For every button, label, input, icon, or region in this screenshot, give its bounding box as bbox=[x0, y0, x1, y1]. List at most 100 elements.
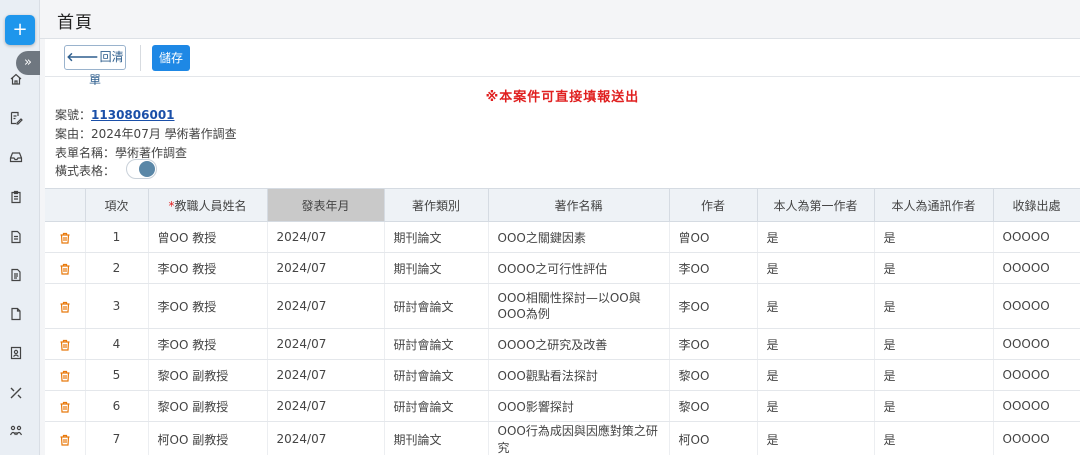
cell-work-type[interactable]: 期刊論文 bbox=[384, 221, 489, 253]
col-header-author[interactable]: 作者 bbox=[669, 188, 758, 222]
cell-work-type[interactable]: 研討會論文 bbox=[384, 359, 489, 391]
cell-corresponding-author[interactable]: 是 bbox=[874, 390, 994, 422]
trash-icon[interactable] bbox=[59, 370, 71, 382]
cell-work-title[interactable]: OOO之關鍵因素 bbox=[488, 221, 670, 253]
cell-publish-date[interactable]: 2024/07 bbox=[267, 359, 385, 391]
cell-item-no: 1 bbox=[85, 221, 149, 253]
back-to-list-button[interactable]: 🡐回清單 bbox=[64, 45, 126, 87]
landscape-label: 橫式表格： bbox=[55, 164, 116, 178]
cell-corresponding-author[interactable]: 是 bbox=[874, 328, 994, 360]
cell-source[interactable]: OOOOO bbox=[993, 221, 1080, 253]
col-header-publish-date[interactable]: 發表年月 bbox=[267, 188, 385, 222]
cell-source[interactable]: OOOOO bbox=[993, 252, 1080, 284]
cell-work-type[interactable]: 研討會論文 bbox=[384, 328, 489, 360]
cell-work-title[interactable]: OOO相關性探討—以OO與OOO為例 bbox=[488, 283, 670, 329]
cell-author[interactable]: 黎OO bbox=[669, 359, 758, 391]
cell-first-author[interactable]: 是 bbox=[757, 359, 875, 391]
save-button[interactable]: 儲存 bbox=[152, 45, 190, 71]
cell-work-title[interactable]: OOOO之可行性評估 bbox=[488, 252, 670, 284]
people-icon[interactable] bbox=[9, 424, 23, 438]
add-button[interactable]: + bbox=[5, 15, 35, 45]
cell-staff-name[interactable]: 曾OO 教授 bbox=[148, 221, 268, 253]
trash-icon[interactable] bbox=[59, 401, 71, 413]
cell-work-title[interactable]: OOO行為成因與因應對策之研究 bbox=[488, 421, 670, 455]
home-icon[interactable] bbox=[9, 72, 23, 86]
trash-icon[interactable] bbox=[59, 232, 71, 244]
edit-document-icon[interactable] bbox=[9, 111, 23, 125]
cell-source[interactable]: OOOOO bbox=[993, 283, 1080, 329]
table-row: 6 黎OO 副教授 2024/07 研討會論文 OOO影響探討 黎OO 是 是 … bbox=[45, 390, 1080, 422]
cell-work-title[interactable]: OOO觀點看法探討 bbox=[488, 359, 670, 391]
cell-corresponding-author[interactable]: 是 bbox=[874, 359, 994, 391]
col-header-staff-name-label: 教職人員姓名 bbox=[174, 198, 247, 213]
cell-staff-name[interactable]: 黎OO 副教授 bbox=[148, 390, 268, 422]
table-row: 4 李OO 教授 2024/07 研討會論文 OOOO之研究及改善 李OO 是 … bbox=[45, 328, 1080, 360]
cell-staff-name[interactable]: 李OO 教授 bbox=[148, 328, 268, 360]
cell-work-type[interactable]: 期刊論文 bbox=[384, 421, 489, 455]
cell-first-author[interactable]: 是 bbox=[757, 252, 875, 284]
trash-icon[interactable] bbox=[59, 263, 71, 275]
landscape-table-toggle[interactable] bbox=[126, 159, 157, 179]
cell-publish-date[interactable]: 2024/07 bbox=[267, 421, 385, 455]
cell-first-author[interactable]: 是 bbox=[757, 328, 875, 360]
col-header-work-type[interactable]: 著作類別 bbox=[384, 188, 489, 222]
cell-work-title[interactable]: OOOO之研究及改善 bbox=[488, 328, 670, 360]
cell-publish-date[interactable]: 2024/07 bbox=[267, 252, 385, 284]
col-header-corresponding-author[interactable]: 本人為通訊作者 bbox=[874, 188, 994, 222]
cell-work-title-text: OOO相關性探討—以OO與OOO為例 bbox=[497, 291, 641, 321]
cell-source[interactable]: OOOOO bbox=[993, 421, 1080, 455]
inbox-icon[interactable] bbox=[9, 150, 23, 164]
row-action-cell bbox=[45, 421, 86, 455]
trash-icon[interactable] bbox=[59, 339, 71, 351]
contact-card-icon[interactable] bbox=[9, 346, 23, 360]
cell-corresponding-author[interactable]: 是 bbox=[874, 221, 994, 253]
cell-first-author[interactable]: 是 bbox=[757, 221, 875, 253]
cell-publish-date[interactable]: 2024/07 bbox=[267, 283, 385, 329]
cell-author[interactable]: 李OO bbox=[669, 252, 758, 284]
tools-icon[interactable] bbox=[9, 386, 23, 400]
cell-publish-date[interactable]: 2024/07 bbox=[267, 221, 385, 253]
document-icon[interactable] bbox=[9, 230, 23, 244]
row-action-cell bbox=[45, 359, 86, 391]
row-action-cell bbox=[45, 390, 86, 422]
cell-first-author[interactable]: 是 bbox=[757, 283, 875, 329]
trash-icon[interactable] bbox=[59, 434, 71, 446]
cell-staff-name[interactable]: 柯OO 副教授 bbox=[148, 421, 268, 455]
cell-source[interactable]: OOOOO bbox=[993, 390, 1080, 422]
form-name-row: 表單名稱：學術著作調查 bbox=[55, 144, 187, 161]
cell-author[interactable]: 李OO bbox=[669, 283, 758, 329]
col-header-item-no[interactable]: 項次 bbox=[85, 188, 149, 222]
col-header-first-author[interactable]: 本人為第一作者 bbox=[757, 188, 875, 222]
cell-corresponding-author[interactable]: 是 bbox=[874, 421, 994, 455]
trash-icon[interactable] bbox=[59, 301, 71, 313]
cell-author[interactable]: 曾OO bbox=[669, 221, 758, 253]
case-number-link[interactable]: 1130806001 bbox=[91, 108, 175, 122]
cell-source[interactable]: OOOOO bbox=[993, 359, 1080, 391]
cell-work-title[interactable]: OOO影響探討 bbox=[488, 390, 670, 422]
expand-sidebar-button[interactable]: » bbox=[16, 51, 40, 75]
cell-publish-date[interactable]: 2024/07 bbox=[267, 390, 385, 422]
col-header-work-title[interactable]: 著作名稱 bbox=[488, 188, 670, 222]
cell-corresponding-author[interactable]: 是 bbox=[874, 252, 994, 284]
cell-work-type[interactable]: 研討會論文 bbox=[384, 283, 489, 329]
col-header-staff-name[interactable]: *教職人員姓名 bbox=[148, 188, 268, 222]
cell-work-type[interactable]: 期刊論文 bbox=[384, 252, 489, 284]
cell-staff-name[interactable]: 李OO 教授 bbox=[148, 252, 268, 284]
cell-publish-date[interactable]: 2024/07 bbox=[267, 328, 385, 360]
cell-first-author[interactable]: 是 bbox=[757, 421, 875, 455]
cell-staff-name[interactable]: 黎OO 副教授 bbox=[148, 359, 268, 391]
case-subject-label: 案由： bbox=[55, 127, 92, 141]
works-table: 項次 *教職人員姓名 發表年月 著作類別 著作名稱 作者 本人為第一作者 本人為… bbox=[45, 188, 1080, 455]
document-lines-icon[interactable] bbox=[9, 268, 23, 282]
cell-corresponding-author[interactable]: 是 bbox=[874, 283, 994, 329]
cell-author[interactable]: 柯OO bbox=[669, 421, 758, 455]
file-icon[interactable] bbox=[9, 307, 23, 321]
cell-author[interactable]: 李OO bbox=[669, 328, 758, 360]
cell-work-type[interactable]: 研討會論文 bbox=[384, 390, 489, 422]
col-header-source[interactable]: 收錄出處 bbox=[993, 188, 1080, 222]
clipboard-icon[interactable] bbox=[9, 190, 23, 204]
cell-staff-name[interactable]: 李OO 教授 bbox=[148, 283, 268, 329]
cell-author[interactable]: 黎OO bbox=[669, 390, 758, 422]
cell-source[interactable]: OOOOO bbox=[993, 328, 1080, 360]
cell-first-author[interactable]: 是 bbox=[757, 390, 875, 422]
